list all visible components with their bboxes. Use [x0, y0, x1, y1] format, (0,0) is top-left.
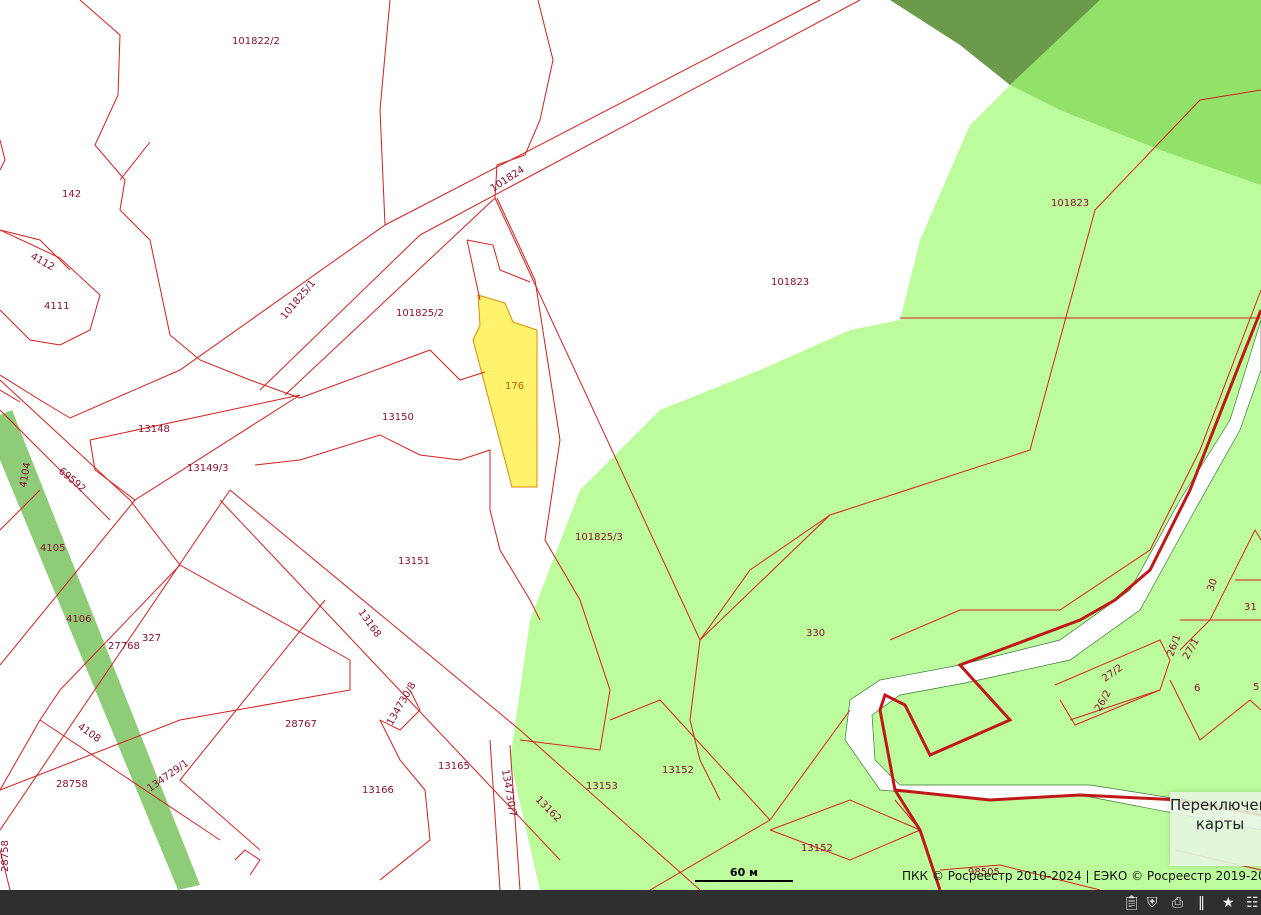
parcel-label: 27768	[108, 641, 140, 652]
parcel-label: 4108	[75, 721, 102, 745]
scale-label: 60 м	[729, 866, 759, 879]
parcel-label: 4106	[66, 614, 91, 625]
parcel-label: 4105	[40, 543, 65, 554]
parcel-label: 13166	[362, 785, 394, 796]
switch-map-label-line2: карты	[1195, 815, 1245, 833]
parcel-label: 101822/2	[232, 36, 280, 47]
parcel-label: 13152	[801, 843, 833, 854]
parcel-label: 13153	[586, 781, 618, 792]
parcel-label: 101825/3	[575, 532, 623, 543]
switch-map-button[interactable]: Переключение карты	[1170, 792, 1261, 866]
forest-light-area	[510, 85, 1261, 890]
parcel-label: 101825/2	[396, 308, 444, 319]
parcel-label: 69592	[56, 466, 87, 495]
parcel-label: 28758	[56, 779, 88, 790]
parcel-label: 101823	[1051, 198, 1089, 209]
forest-areas	[0, 0, 1261, 890]
parcel-label: 13168	[356, 607, 383, 639]
parcel-label: 327	[142, 633, 161, 644]
parcel-label: 13150	[382, 412, 414, 423]
parcel-label: 6	[1194, 683, 1200, 694]
parcel-label: 28758	[0, 840, 11, 872]
parcel-label: 330	[806, 628, 825, 639]
parcel-label: 13152	[662, 765, 694, 776]
parcel-label: 28767	[285, 719, 317, 730]
parcel-label: 13148	[138, 424, 170, 435]
shield-icon[interactable]: ⛨	[1147, 895, 1158, 911]
copyright-text: ПКК © Росреестр 2010-2024 | ЕЭКО © Росре…	[902, 869, 1261, 883]
network-icon[interactable]: ☷	[1246, 895, 1259, 911]
parcel-label: 13165	[438, 761, 470, 772]
ruler-icon[interactable]: ‖	[1198, 895, 1205, 911]
print-icon[interactable]: ⎙	[1172, 895, 1183, 911]
cadastral-map[interactable]: 101822/214241124111101824101825/1 101825/…	[0, 0, 1261, 890]
parcel-label: 5	[1253, 682, 1259, 693]
parcel-label: 31	[1244, 602, 1257, 613]
parcel-label: 142	[62, 189, 81, 200]
switch-map-label-line1: Переключение	[1170, 796, 1261, 814]
parcel-label: 101825/1	[279, 278, 318, 322]
parcel-label: 4111	[44, 301, 69, 312]
bottom-toolbar: 📋︎ ⛨ ⎙ ‖ ★ ☷	[0, 890, 1261, 915]
parcel-label: 13149/3	[187, 463, 229, 474]
parcel-label: 13151	[398, 556, 430, 567]
parcel-label: 134730/8	[385, 681, 418, 728]
scale-bar: 60 м	[695, 866, 793, 882]
clipboard-icon[interactable]: 📋︎	[1123, 895, 1141, 911]
selected-plot-label: 176	[505, 381, 524, 392]
parcel-label: 101823	[771, 277, 809, 288]
star-icon[interactable]: ★	[1222, 895, 1235, 911]
